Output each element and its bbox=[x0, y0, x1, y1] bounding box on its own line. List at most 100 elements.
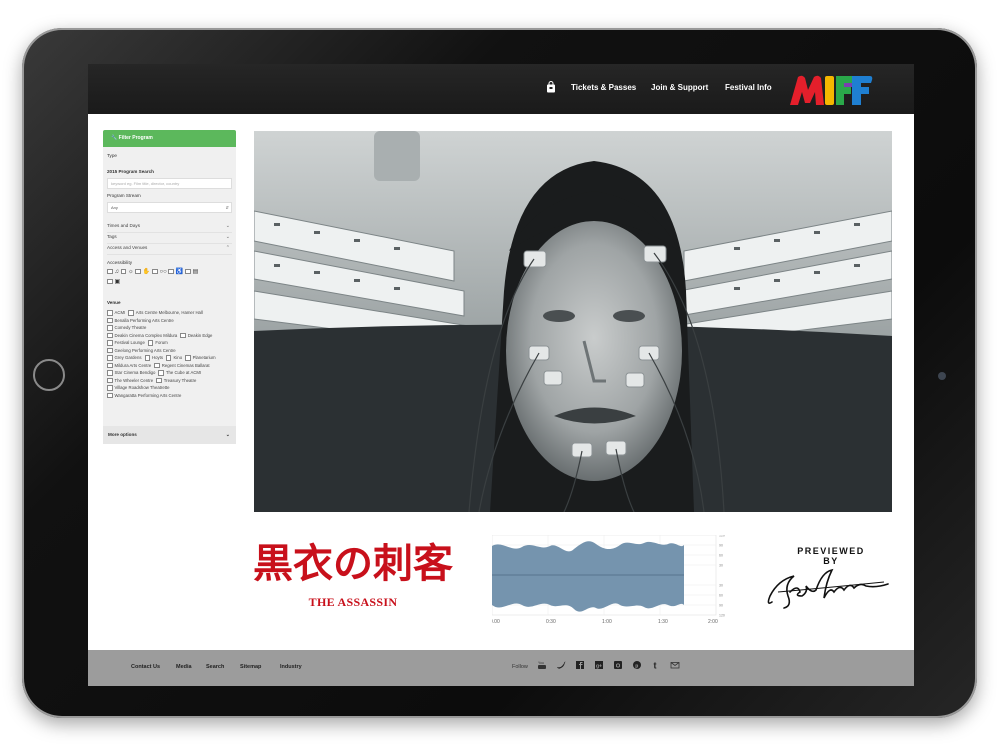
y-tick-label: 30 bbox=[719, 584, 723, 588]
venue-checkbox[interactable] bbox=[107, 370, 113, 376]
audio-description-icon: ☼ bbox=[128, 269, 134, 275]
facebook-icon[interactable] bbox=[575, 660, 585, 670]
miff-logo[interactable] bbox=[788, 72, 874, 108]
venue-checkbox[interactable] bbox=[107, 385, 113, 391]
venue-checkbox[interactable] bbox=[107, 340, 113, 346]
checkbox[interactable] bbox=[152, 268, 158, 275]
program-search-label: 2015 Program Search bbox=[107, 169, 154, 174]
chevron-up-icon: ⌃ bbox=[225, 245, 230, 251]
venue-checkbox[interactable] bbox=[107, 317, 113, 324]
footer-link-sitemap[interactable]: Sitemap bbox=[240, 664, 261, 670]
twitter-icon[interactable] bbox=[556, 660, 566, 670]
tags-toggle[interactable]: Tags ⌄ bbox=[107, 234, 232, 244]
footer-link-search[interactable]: Search bbox=[206, 664, 224, 670]
venue-checkbox[interactable] bbox=[165, 355, 172, 361]
venue-label: The Wheeler Centre bbox=[114, 377, 154, 383]
venue-checkbox[interactable] bbox=[156, 377, 162, 384]
checkbox[interactable] bbox=[135, 268, 141, 275]
venue-checkbox[interactable] bbox=[185, 355, 191, 361]
program-stream-label: Program Stream bbox=[107, 193, 141, 198]
venue-checkbox[interactable] bbox=[107, 392, 113, 399]
filter-program-header[interactable]: 🔧 Filter Program bbox=[103, 130, 236, 147]
venue-row: Festival Lounge Forum bbox=[107, 340, 233, 348]
footer-link-industry[interactable]: Industry bbox=[280, 664, 302, 670]
venue-checkbox[interactable] bbox=[107, 355, 113, 361]
film-title-japanese: 黒衣の刺客 bbox=[253, 540, 453, 587]
more-options-toggle[interactable]: More options ⌄ bbox=[103, 426, 236, 444]
venue-row: Comedy Theatre bbox=[107, 325, 233, 333]
program-stream-select[interactable]: Any ⇵ bbox=[107, 202, 232, 213]
auslan-icon: ✋ bbox=[142, 269, 151, 275]
times-and-days-toggle[interactable]: Times and Days ⌄ bbox=[107, 223, 232, 233]
nav-join-support[interactable]: Join & Support bbox=[651, 83, 708, 92]
accessibility-options-row2: ▣ bbox=[107, 278, 120, 285]
venue-row: Benalla Performing Arts Centre bbox=[107, 318, 233, 326]
venue-label: Village Roadshow Theatrette bbox=[114, 385, 170, 390]
venue-label: Treasury Theatre bbox=[163, 377, 197, 383]
venue-checkbox[interactable] bbox=[107, 347, 113, 354]
venue-checkbox[interactable] bbox=[107, 325, 113, 331]
relaxed-screening-icon: ▣ bbox=[114, 279, 121, 285]
nav-tickets-passes[interactable]: Tickets & Passes bbox=[571, 83, 636, 92]
venue-checkbox[interactable] bbox=[107, 332, 113, 339]
program-stream-value: Any bbox=[111, 205, 118, 210]
venue-checkbox[interactable] bbox=[154, 362, 160, 369]
assisted-hearing-icon: ♫ bbox=[114, 269, 120, 275]
instagram-icon[interactable] bbox=[613, 660, 623, 670]
venue-label: Venue bbox=[107, 300, 121, 305]
x-tick-label: 1:00 bbox=[602, 619, 612, 625]
video-still[interactable] bbox=[254, 131, 892, 512]
waveform-envelope bbox=[492, 541, 684, 612]
checkbox[interactable] bbox=[120, 268, 127, 275]
venue-label: Regent Cinemas Ballarat bbox=[161, 362, 210, 368]
nav-festival-info[interactable]: Festival Info bbox=[725, 83, 772, 92]
shopping-bag-icon[interactable] bbox=[546, 81, 556, 93]
y-tick-label: 90 bbox=[719, 604, 723, 608]
svg-text:You: You bbox=[538, 661, 544, 665]
pinterest-icon[interactable]: p bbox=[632, 660, 642, 670]
venue-label: Planetarium bbox=[192, 355, 216, 360]
venue-row: The Wheeler Centre Treasury Theatre bbox=[107, 378, 233, 386]
venue-label: Geelong Performing Arts Centre bbox=[114, 347, 176, 353]
checkbox[interactable] bbox=[107, 268, 113, 275]
venue-checkbox[interactable] bbox=[107, 377, 113, 384]
venue-label: Comedy Theatre bbox=[114, 325, 147, 330]
home-button[interactable] bbox=[33, 359, 65, 391]
chevron-down-icon: ⌄ bbox=[225, 223, 230, 229]
program-search-input[interactable]: keyword eg. Film title, director, countr… bbox=[107, 178, 232, 189]
venue-checkbox[interactable] bbox=[180, 332, 186, 339]
y-tick-label: 30 bbox=[719, 564, 723, 568]
y-tick-label: 60 bbox=[719, 594, 723, 598]
venue-row: Grey Gardens Hoyts Kino Planetarium bbox=[107, 355, 233, 363]
x-tick-label: 0:30 bbox=[546, 619, 556, 625]
access-and-venues-label: Access and Venues bbox=[107, 245, 148, 250]
checkbox[interactable] bbox=[168, 268, 174, 275]
svg-text:t: t bbox=[654, 661, 657, 671]
y-tick-label: 120 bbox=[719, 535, 725, 538]
email-icon[interactable] bbox=[670, 660, 680, 670]
audio-response-graph: 0.00 0:30 1:00 1:30 2:00 120 90 60 30 30 60 90 120 bbox=[492, 535, 725, 625]
y-tick-label: 60 bbox=[719, 554, 723, 558]
venue-checkbox[interactable] bbox=[128, 310, 134, 316]
venue-label: Festival Lounge bbox=[114, 340, 145, 345]
reviewer-signature bbox=[767, 568, 889, 609]
access-and-venues-toggle[interactable]: Access and Venues ⌃ bbox=[107, 245, 232, 255]
venue-checkbox[interactable] bbox=[147, 340, 154, 346]
film-title-english: THE ASSASSIN bbox=[308, 595, 398, 609]
footer-link-contact-us[interactable]: Contact Us bbox=[131, 664, 160, 670]
y-tick-label: 120 bbox=[719, 614, 725, 618]
venue-checkbox[interactable] bbox=[107, 310, 113, 316]
venue-row: Mildura Arts Centre Regent Cinemas Ballar… bbox=[107, 363, 233, 371]
checkbox[interactable] bbox=[107, 278, 113, 285]
venue-label: Kino bbox=[173, 355, 183, 360]
venue-checkbox[interactable] bbox=[144, 355, 150, 361]
youtube-icon[interactable]: You bbox=[537, 660, 547, 670]
checkbox[interactable] bbox=[185, 268, 191, 275]
tumblr-icon[interactable]: t bbox=[651, 660, 661, 671]
front-camera bbox=[938, 372, 946, 380]
venue-checkbox[interactable] bbox=[107, 362, 113, 369]
footer-link-media[interactable]: Media bbox=[176, 664, 192, 670]
type-label: Type bbox=[107, 153, 117, 158]
venue-checkbox[interactable] bbox=[158, 370, 164, 376]
google-plus-icon[interactable]: g+ bbox=[594, 660, 604, 670]
